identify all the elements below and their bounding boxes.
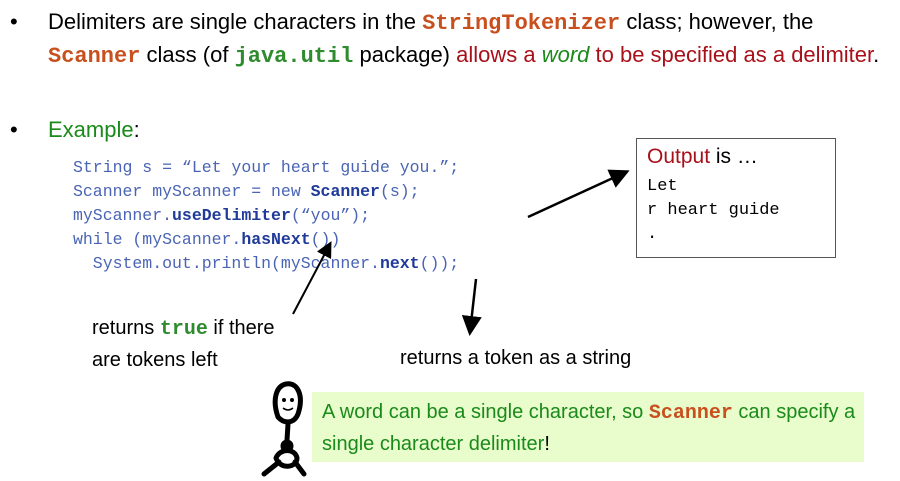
annotation-overlay bbox=[261, 169, 630, 477]
arrow-icon bbox=[461, 278, 482, 336]
stick-figure-mascot-icon bbox=[261, 381, 307, 477]
mascot-face bbox=[282, 398, 294, 411]
arrow-icon bbox=[527, 169, 630, 219]
arrow-icon bbox=[292, 241, 332, 315]
